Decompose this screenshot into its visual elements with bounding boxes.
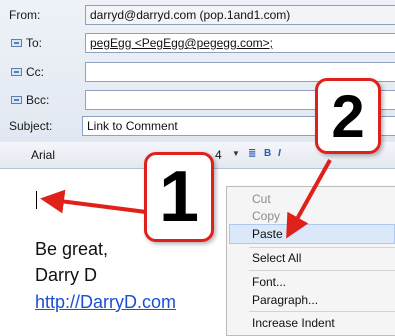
arrow-to-paste: [286, 159, 332, 239]
callout-2: 2: [315, 78, 381, 154]
callout-1: 1: [144, 152, 214, 242]
arrow-to-cursor: [40, 189, 147, 214]
